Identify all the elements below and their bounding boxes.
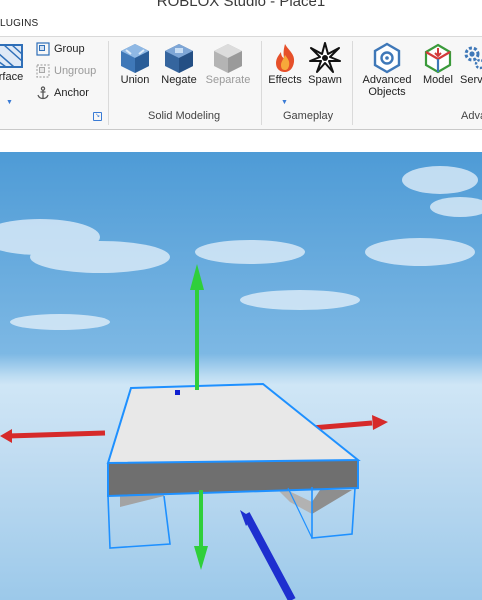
union-label: Union [120,74,150,86]
negate-label: Negate [161,74,197,86]
spawn-icon [309,42,341,73]
surface-label: rface [0,71,24,83]
anchor-icon [37,86,49,100]
separate-icon [214,44,242,73]
viewport-scene [0,152,482,600]
tab-plugins[interactable]: LUGINS [0,18,38,29]
separate-button[interactable]: Separate [203,42,253,86]
service-button[interactable]: Serv [460,42,482,86]
group-icon [36,42,50,56]
ribbon-tab-row: LUGINS [0,14,482,37]
group-label: Group [54,43,85,55]
union-icon [121,44,149,73]
3d-viewport[interactable] [0,152,482,600]
surface-icon [0,44,23,68]
effects-dropdown-icon[interactable]: ▼ [281,99,288,106]
ungroup-button[interactable]: Ungroup [36,64,96,78]
toolbar-spacer [0,130,482,152]
negate-button[interactable]: Negate [158,42,200,86]
model-label: Model [423,74,453,86]
separator [352,41,353,125]
model-icon [424,43,452,74]
group-label-solid-modeling: Solid Modeling [148,110,221,122]
advanced-objects-label-line2: Objects [368,86,406,98]
surface-dropdown-icon[interactable]: ▼ [6,99,13,106]
ungroup-label: Ungroup [54,65,97,77]
spawn-button[interactable]: Spawn [305,42,345,86]
anchor-label: Anchor [54,87,89,99]
service-gear-icon [464,46,482,70]
dialog-launcher-icon[interactable]: ↘ [93,112,102,121]
negate-icon [165,44,193,73]
anchor-button[interactable]: Anchor [36,86,89,100]
union-button[interactable]: Union [115,42,155,86]
separator [108,41,109,125]
group-button[interactable]: Group [36,42,85,56]
surface-button[interactable]: rface [0,41,28,83]
effects-label: Effects [268,74,302,86]
title-bar: ROBLOX Studio - Place1 [0,0,482,14]
window-title: ROBLOX Studio - Place1 [156,0,326,10]
group-label-advanced: Adva [461,110,482,122]
advanced-objects-label-line1: Advanced [362,74,412,86]
model-button[interactable]: Model [419,42,457,86]
separator [261,41,262,125]
effects-button[interactable]: Effects [266,42,304,86]
fire-icon [276,44,295,72]
ungroup-icon [36,64,50,78]
spawn-label: Spawn [308,74,342,86]
sky [0,152,482,600]
service-label: Serv [460,74,482,86]
separate-label: Separate [205,74,251,86]
group-label-gameplay: Gameplay [283,110,334,122]
advanced-objects-button[interactable]: Advanced Objects [358,42,416,98]
ribbon-toolbar: rface ▼ Group Ungroup Anchor ↘ Union Neg… [0,37,482,130]
advanced-objects-icon [373,42,401,74]
